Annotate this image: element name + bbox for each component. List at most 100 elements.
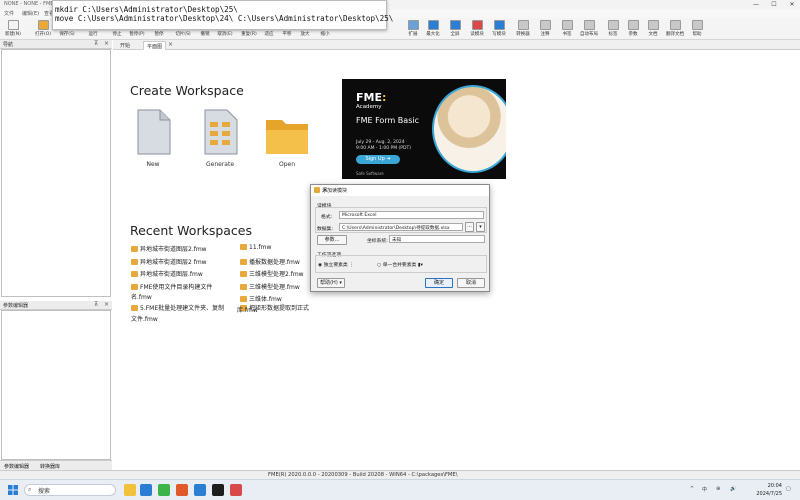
dataset-input[interactable]: C:\Users\Administrator\Desktop\待提取数据.xls…	[339, 223, 463, 231]
help-button[interactable]: 帮助(H) ▾	[317, 278, 345, 288]
taskbar-app-icon[interactable]	[140, 484, 152, 496]
toolbar-label: 文档	[648, 32, 658, 37]
tray-chevron-icon[interactable]: ^	[690, 486, 694, 492]
menu-edit[interactable]: 编辑(E)	[22, 10, 39, 17]
sign-up-button[interactable]: Sign Up ➜	[356, 155, 400, 164]
parameters-button[interactable]: 参数...	[317, 235, 347, 245]
recent-workspace-item[interactable]: 文件.fmw	[131, 314, 158, 323]
dataset-dropdown-icon[interactable]: ▾	[476, 222, 485, 232]
toolbar-label: 标签	[608, 32, 618, 37]
recent-workspace-item[interactable]: 11.fmw	[240, 244, 271, 251]
toolbar-button-writer[interactable]: 写模块	[490, 20, 508, 39]
toolbar-button-maximize[interactable]: 最大化	[424, 20, 442, 39]
reader-icon	[314, 187, 320, 193]
volume-icon[interactable]: 🔊	[730, 486, 736, 492]
toolbar-label: 暂停	[154, 32, 164, 37]
close-icon[interactable]: ×	[104, 301, 109, 308]
toolbar-label: 暂停(P)	[129, 32, 145, 37]
toolbar-label: 缩小	[320, 32, 330, 37]
command-text-box[interactable]: mkdir C:\Users\Administrator\Desktop\25\…	[52, 0, 393, 30]
toolbar-button-bookmark[interactable]: 书签	[558, 20, 576, 39]
dialog-close-icon[interactable]: ×	[322, 186, 485, 194]
document-tabs: 开始 平面图 ×	[113, 40, 800, 50]
toolbar-button-help[interactable]: 帮助	[688, 20, 706, 39]
tab-close-icon[interactable]: ×	[168, 41, 173, 48]
notification-icon[interactable]: ▢	[786, 486, 791, 492]
taskbar-app-icon[interactable]	[230, 484, 242, 496]
browse-button[interactable]: ···	[465, 222, 474, 232]
generate-workspace-button[interactable]: Generate	[195, 108, 245, 168]
pin-icon[interactable]: ⊼	[94, 40, 98, 47]
toolbar-button-transformer[interactable]: 转换器	[514, 20, 532, 39]
network-icon[interactable]: ⊕	[716, 486, 720, 492]
toolbar-button-parameter[interactable]: 参数	[624, 20, 642, 39]
clock-date: 2024/7/25	[756, 491, 782, 497]
toolbar-button-translate[interactable]: 翻译文档	[666, 20, 684, 39]
clock[interactable]: 20:04 2024/7/25	[752, 482, 782, 498]
recent-workspace-item[interactable]: 异地城市街道图层2.fmw	[131, 244, 207, 253]
toolbar-button-expand[interactable]: 扩展	[404, 20, 422, 39]
close-icon[interactable]: ×	[104, 40, 109, 47]
coordinate-system-select[interactable]: 未知	[389, 235, 485, 243]
ok-button[interactable]: 确定	[425, 278, 453, 288]
recent-workspace-item[interactable]: 异地城市街道图层.fmw	[131, 269, 203, 278]
toolbar-button-annotation[interactable]: 注释	[536, 20, 554, 39]
taskbar-app-icon[interactable]	[124, 484, 136, 496]
cancel-button[interactable]: 取消	[457, 278, 485, 288]
tab-canvas[interactable]: 平面图	[143, 41, 167, 50]
tab-start[interactable]: 开始	[117, 41, 133, 50]
toolbar-label: 参数	[628, 32, 638, 37]
toolbar-button-autolayout[interactable]: 自动布局	[580, 20, 598, 39]
open-workspace-button[interactable]: Open	[262, 108, 312, 168]
windows-start-icon[interactable]	[8, 485, 18, 495]
workspace-file-icon	[240, 284, 247, 290]
taskbar-app-icon[interactable]	[194, 484, 206, 496]
recent-workspace-item[interactable]: 异地城市街道图层2 fmw	[131, 257, 207, 266]
toolbar-button-doc[interactable]: 文档	[644, 20, 662, 39]
toolbar-button-open[interactable]: 打开(O)	[34, 20, 52, 39]
parameter-editor-title: 参数编辑器	[3, 303, 29, 309]
recent-workspace-item[interactable]: 三维模型处理2.fmw	[240, 269, 304, 278]
toolbar-label: 注释	[540, 32, 550, 37]
workspace-file-icon	[131, 259, 138, 265]
help-icon	[691, 20, 703, 30]
toolbar-label: 平移	[282, 32, 292, 37]
recent-workspace-item[interactable]: 三维体.fmw	[240, 294, 282, 303]
toolbar-label: 全屏	[450, 32, 460, 37]
minimize-button[interactable]: —	[748, 0, 764, 9]
recent-workspace-item[interactable]: FME使用文件目录构建文件	[131, 282, 212, 291]
single-option[interactable]: ◉ 独立要素类 ⋮	[318, 261, 354, 268]
toolbar-button-new[interactable]: 新建(N)	[4, 20, 22, 39]
recent-workspace-item[interactable]: 播报数据处理.fmw	[240, 257, 300, 266]
toolbar-label: 撤销	[200, 32, 210, 37]
taskbar-app-icon[interactable]	[158, 484, 170, 496]
recent-workspace-item[interactable]: 库.fmw	[237, 305, 258, 314]
recent-workspace-item[interactable]: 名.fmw	[131, 292, 152, 301]
format-select[interactable]: Microsoft Excel	[339, 211, 484, 219]
maximize-icon	[427, 20, 439, 30]
toolbar-label: 取消(E)	[217, 32, 233, 37]
menu-file[interactable]: 文件	[4, 10, 14, 17]
recent-workspace-item[interactable]: 三维模型处理.fmw	[240, 282, 300, 291]
taskbar-search[interactable]: ⌕ 搜索	[24, 484, 116, 496]
new-workspace-button[interactable]: New	[128, 108, 178, 168]
tab-parameter-editor[interactable]: 参数编辑器	[4, 463, 29, 470]
merge-option[interactable]: ○ 单一合并要素类 ▮▾	[377, 261, 423, 268]
fme-academy-banner[interactable]: FME: Academy FME Form Basic July 29 - Au…	[342, 79, 506, 179]
close-button[interactable]: ✕	[784, 0, 800, 9]
maximize-button[interactable]: ☐	[766, 0, 782, 9]
new-document-icon	[137, 109, 171, 155]
toolbar-button-reader[interactable]: 读模块	[468, 20, 486, 39]
navigator-title: 导航	[3, 42, 14, 48]
ime-indicator[interactable]: 中	[702, 486, 707, 493]
translate-icon	[669, 20, 681, 30]
tab-transformer-gallery[interactable]: 转换器库	[40, 463, 60, 470]
taskbar-app-icon[interactable]	[176, 484, 188, 496]
taskbar-app-icon[interactable]	[212, 484, 224, 496]
pin-icon[interactable]: ⊼	[94, 301, 98, 308]
toolbar-button-fullscreen[interactable]: 全屏	[446, 20, 464, 39]
panel-bottom-tabs: 参数编辑器 转换器库	[0, 460, 112, 470]
toolbar-button-tag[interactable]: 标签	[604, 20, 622, 39]
fullscreen-icon	[449, 20, 461, 30]
recent-workspace-item[interactable]: 5.FME批量处理建文件夹、复制	[131, 303, 224, 312]
